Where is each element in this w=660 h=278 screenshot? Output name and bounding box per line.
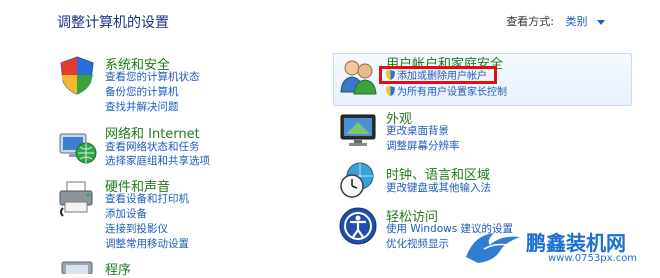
category-network-icon-wrap[interactable]	[57, 126, 97, 170]
category-appearance-icon-wrap[interactable]	[338, 110, 378, 154]
link-mobility-settings[interactable]: 调整常用移动设置	[105, 237, 189, 251]
network-globe-icon[interactable]	[57, 126, 97, 166]
uac-shield-icon	[386, 86, 395, 96]
eagle-logo-icon	[466, 233, 520, 263]
category-title-programs[interactable]: 程序	[105, 259, 131, 278]
category-system-security-icon-wrap[interactable]	[57, 55, 97, 99]
category-clock-icon-wrap[interactable]	[338, 160, 378, 204]
category-hardware-icon-wrap[interactable]	[57, 178, 97, 222]
link-network-status[interactable]: 查看网络状态和任务	[105, 140, 200, 154]
programs-icon[interactable]	[60, 258, 96, 275]
link-keyboard-input[interactable]: 更改键盘或其他输入法	[386, 181, 491, 195]
link-homegroup[interactable]: 选择家庭组和共享选项	[105, 154, 210, 168]
shield-icon[interactable]	[57, 55, 97, 95]
link-troubleshoot[interactable]: 查找并解决问题	[105, 100, 179, 114]
category-users-icon-wrap[interactable]	[338, 56, 378, 100]
clock-globe-icon[interactable]	[338, 160, 378, 200]
appearance-monitor-icon[interactable]	[338, 110, 378, 150]
link-devices-printers[interactable]: 查看设备和打印机	[105, 192, 189, 206]
view-by-value[interactable]: 类别	[566, 15, 588, 28]
link-desktop-background[interactable]: 更改桌面背景	[386, 124, 449, 138]
watermark-url: www.0753px.com	[548, 253, 638, 264]
link-screen-resolution[interactable]: 调整屏幕分辨率	[386, 139, 460, 153]
link-backup-computer[interactable]: 备份您的计算机	[105, 85, 179, 99]
link-projector[interactable]: 连接到投影仪	[105, 222, 168, 236]
watermark-brand: 鹏鑫装机网	[526, 231, 626, 255]
view-by-control[interactable]: 查看方式: 类别	[506, 13, 605, 29]
watermark: 鹏鑫装机网 www.0753px.com	[464, 227, 654, 267]
link-parental-controls-label[interactable]: 为所有用户设置家长控制	[397, 87, 507, 98]
link-add-device[interactable]: 添加设备	[105, 207, 147, 221]
link-view-computer-status[interactable]: 查看您的计算机状态	[105, 70, 200, 84]
page-title: 调整计算机的设置	[57, 15, 169, 31]
chevron-down-icon[interactable]	[597, 19, 605, 25]
link-optimize-display[interactable]: 优化视频显示	[386, 237, 449, 251]
printer-icon[interactable]	[57, 178, 97, 218]
red-highlight-box	[379, 66, 497, 84]
category-ease-icon-wrap[interactable]	[338, 206, 378, 250]
ease-of-access-icon[interactable]	[338, 206, 378, 246]
users-icon[interactable]	[338, 56, 378, 96]
link-parental-controls[interactable]: 为所有用户设置家长控制	[386, 86, 507, 100]
category-programs-icon-wrap[interactable]	[60, 258, 96, 278]
view-by-label: 查看方式:	[506, 15, 554, 28]
